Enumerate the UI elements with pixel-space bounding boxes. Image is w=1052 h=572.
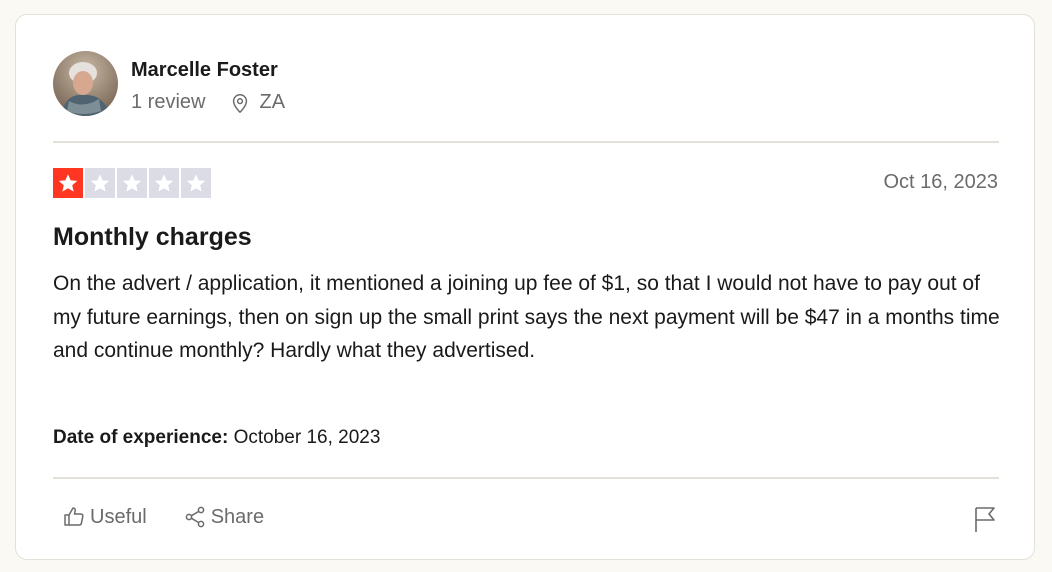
date-of-experience: Date of experience: October 16, 2023 [53,427,380,449]
review-count: 1 review [131,91,206,113]
star-icon [181,168,211,198]
star-rating [53,168,211,198]
share-button[interactable]: Share [183,505,264,529]
star-icon [149,168,179,198]
location-pin-icon [229,92,251,114]
review-body: On the advert / application, it mentione… [53,272,1000,362]
useful-button[interactable]: Useful [62,505,147,529]
review-actions: Useful Share [62,505,300,529]
report-flag-button[interactable] [972,505,998,533]
share-icon [183,505,207,529]
reviewer-country: ZA [259,91,286,113]
divider [53,477,999,479]
thumbs-up-icon [62,505,86,529]
star-icon [53,168,83,198]
flag-icon [972,507,998,537]
review-card: Marcelle Foster 1 review ZA Oct 16, 2023… [15,14,1035,560]
reviewer-name[interactable]: Marcelle Foster [131,59,278,82]
useful-label: Useful [90,505,147,528]
reviewer-meta: 1 review ZA [131,91,285,114]
divider [53,141,999,143]
experience-date: October 16, 2023 [233,427,381,448]
review-title[interactable]: Monthly charges [53,223,252,252]
reviewer-header: Marcelle Foster 1 review ZA [53,51,653,117]
avatar[interactable] [53,51,118,116]
share-label: Share [210,505,265,528]
experience-label: Date of experience: [53,427,229,448]
review-date: Oct 16, 2023 [883,171,998,193]
star-icon [85,168,115,198]
star-icon [117,168,147,198]
